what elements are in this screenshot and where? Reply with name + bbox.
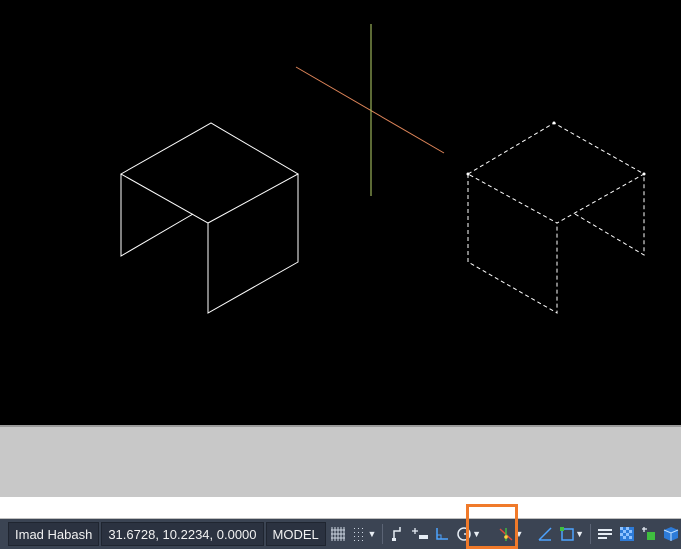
separator: [590, 524, 592, 544]
transparency-icon[interactable]: [617, 522, 637, 546]
object-snap-tracking-icon[interactable]: [535, 522, 555, 546]
model-space-button[interactable]: MODEL: [265, 522, 326, 546]
chevron-down-icon[interactable]: ▼: [367, 529, 376, 539]
chevron-down-icon[interactable]: ▼: [515, 529, 524, 539]
dynamic-input-icon[interactable]: [409, 522, 430, 546]
user-name: Imad Habash: [8, 522, 100, 546]
command-line-area[interactable]: [0, 425, 681, 497]
chevron-down-icon[interactable]: ▼: [472, 529, 481, 539]
isometric-shape-selected[interactable]: [466, 122, 646, 314]
canvas-drawing: [119, 24, 646, 314]
infer-constraints-icon[interactable]: [387, 522, 407, 546]
snap-icon[interactable]: ▼: [350, 522, 379, 546]
separator: [382, 524, 384, 544]
ortho-icon[interactable]: [432, 522, 452, 546]
coordinate-readout[interactable]: 31.6728, 10.2234, 0.0000: [101, 522, 264, 546]
isometric-shape-solid[interactable]: [119, 122, 300, 314]
grid-icon[interactable]: [328, 522, 348, 546]
polar-tracking-icon[interactable]: ▼: [454, 522, 483, 546]
status-bar: Imad Habash 31.6728, 10.2234, 0.0000 MOD…: [0, 519, 681, 549]
drawing-canvas[interactable]: [0, 0, 681, 425]
crosshair-x-axis: [295, 66, 445, 154]
chevron-down-icon[interactable]: ▼: [575, 529, 584, 539]
selection-cycling-icon[interactable]: [639, 522, 659, 546]
layout-tabs-strip: [0, 497, 681, 519]
3d-object-snap-icon[interactable]: [661, 522, 681, 546]
isometric-drafting-icon[interactable]: ▼: [495, 522, 525, 546]
lineweight-icon[interactable]: [595, 522, 615, 546]
object-snap-icon[interactable]: ▼: [557, 522, 586, 546]
selection-grips[interactable]: [466, 121, 646, 176]
